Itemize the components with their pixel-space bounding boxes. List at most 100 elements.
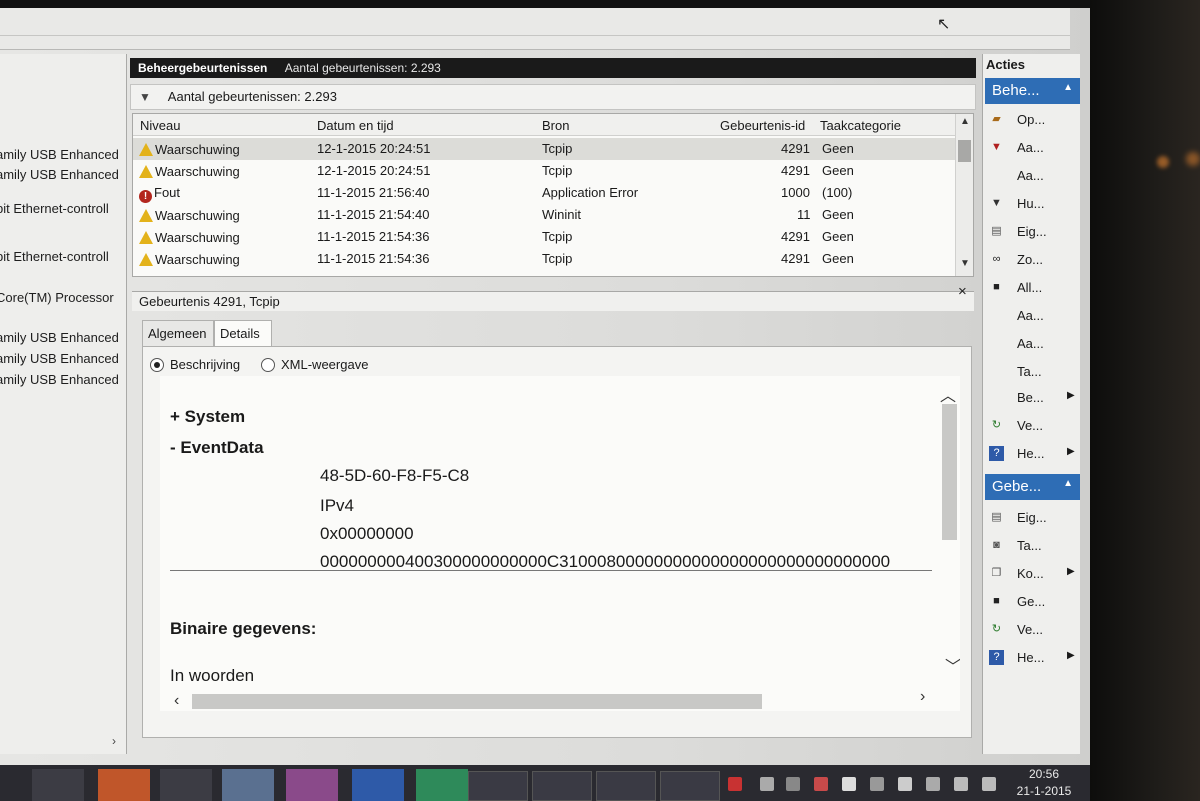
- speaker-icon[interactable]: [982, 777, 996, 791]
- column-header-task-category[interactable]: Taakcategorie: [820, 118, 901, 133]
- tray-icon[interactable]: [760, 777, 774, 791]
- action-item[interactable]: ■ Ge...: [989, 592, 1079, 614]
- actions-group-event[interactable]: Gebe... ▲: [985, 474, 1080, 500]
- horizontal-scrollbar[interactable]: ‹ ›: [170, 688, 940, 712]
- tree-item[interactable]: bit Ethernet-controll: [0, 249, 109, 264]
- action-item[interactable]: ∞ Zo...: [989, 250, 1079, 272]
- eventdata-section-toggle[interactable]: - EventData: [170, 438, 264, 458]
- column-header-level[interactable]: Niveau: [140, 118, 180, 133]
- event-list-header: Niveau Datum en tijd Bron Gebeurtenis-id…: [133, 114, 955, 136]
- column-header-source[interactable]: Bron: [542, 118, 569, 133]
- chevron-right-icon[interactable]: ›: [112, 734, 116, 748]
- action-item[interactable]: Aa...: [989, 166, 1079, 188]
- radio-unselected-icon[interactable]: [261, 358, 275, 372]
- warning-icon: [139, 143, 153, 156]
- network-icon[interactable]: [954, 777, 968, 791]
- action-item[interactable]: ↻ Ve...: [989, 620, 1079, 642]
- table-row[interactable]: Waarschuwing 11-1-2015 21:54:40 Wininit …: [133, 204, 955, 226]
- tree-item[interactable]: amily USB Enhanced: [0, 330, 119, 345]
- close-icon[interactable]: ×: [958, 283, 967, 300]
- action-item[interactable]: Aa...: [989, 306, 1079, 328]
- cell-event-id: 4291: [781, 251, 810, 266]
- action-item[interactable]: ▤ Eig...: [989, 222, 1079, 244]
- taskbar-app-icon[interactable]: [32, 769, 84, 801]
- taskbar-running-app[interactable]: [532, 771, 592, 801]
- taskbar-app-icon[interactable]: [416, 769, 468, 801]
- tray-icon[interactable]: [728, 777, 742, 791]
- event-list-scrollbar[interactable]: ▲ ▼: [955, 114, 973, 276]
- table-row[interactable]: ! Fout 11-1-2015 21:56:40 Application Err…: [133, 182, 955, 204]
- taskbar-running-app[interactable]: [596, 771, 656, 801]
- battery-icon[interactable]: [926, 777, 940, 791]
- warning-icon: [139, 253, 153, 266]
- action-item[interactable]: ❐ Ko... ▶: [989, 564, 1079, 586]
- tree-item[interactable]: bit Ethernet-controll: [0, 201, 109, 216]
- actions-group-label: Behe...: [992, 82, 1040, 99]
- chevron-left-icon[interactable]: ‹: [174, 692, 179, 710]
- table-row[interactable]: Waarschuwing 11-1-2015 21:54:36 Tcpip 42…: [133, 248, 955, 270]
- divider: [170, 570, 932, 571]
- collapse-icon[interactable]: ▲: [1063, 478, 1073, 489]
- tray-icon[interactable]: [786, 777, 800, 791]
- taskbar-app-icon[interactable]: [286, 769, 338, 801]
- cell-task-category: Geen: [822, 163, 854, 178]
- actions-group-admin-events[interactable]: Behe... ▲: [985, 78, 1080, 104]
- table-row[interactable]: Waarschuwing 11-1-2015 21:54:36 Tcpip 42…: [133, 226, 955, 248]
- submenu-arrow-icon: ▶: [1067, 650, 1075, 661]
- scrollbar-thumb[interactable]: [942, 404, 957, 540]
- action-item[interactable]: ▼ Hu...: [989, 194, 1079, 216]
- tray-icon[interactable]: [814, 777, 828, 791]
- tree-item[interactable]: amily USB Enhanced: [0, 147, 119, 162]
- action-item[interactable]: Ta...: [989, 362, 1079, 384]
- chevron-right-icon[interactable]: ›: [920, 688, 925, 706]
- tree-item[interactable]: amily USB Enhanced: [0, 372, 119, 387]
- tab-details[interactable]: Details: [214, 320, 272, 347]
- table-row[interactable]: Waarschuwing 12-1-2015 20:24:51 Tcpip 42…: [133, 160, 955, 182]
- flag-icon[interactable]: [898, 777, 912, 791]
- tree-item[interactable]: Core(TM) Processor: [0, 290, 114, 305]
- event-list[interactable]: Niveau Datum en tijd Bron Gebeurtenis-id…: [132, 113, 974, 277]
- system-clock[interactable]: 20:56 21-1-2015: [1012, 767, 1076, 798]
- action-item[interactable]: ↻ Ve...: [989, 416, 1079, 438]
- tree-item[interactable]: amily USB Enhanced: [0, 351, 119, 366]
- column-header-event-id[interactable]: Gebeurtenis-id: [720, 118, 805, 133]
- view-title: Beheergebeurtenissen: [138, 61, 268, 75]
- action-item[interactable]: ? He... ▶: [989, 444, 1079, 466]
- collapse-icon[interactable]: ▲: [1063, 82, 1073, 93]
- tray-icon[interactable]: [870, 777, 884, 791]
- taskbar-running-app[interactable]: [468, 771, 528, 801]
- chevron-up-icon[interactable]: ︿: [940, 382, 956, 406]
- taskbar-app-icon[interactable]: [222, 769, 274, 801]
- submenu-arrow-icon: ▶: [1067, 446, 1075, 457]
- taskbar-app-icon[interactable]: [98, 769, 150, 801]
- action-item[interactable]: ▤ Eig...: [989, 508, 1079, 530]
- action-item[interactable]: ? He... ▶: [989, 648, 1079, 670]
- action-item[interactable]: ◙ Ta...: [989, 536, 1079, 558]
- column-header-datetime[interactable]: Datum en tijd: [317, 118, 394, 133]
- taskbar-running-app[interactable]: [660, 771, 720, 801]
- taskbar-app-icon[interactable]: [352, 769, 404, 801]
- radio-selected-icon[interactable]: [150, 358, 164, 372]
- taskbar-app-icon[interactable]: [160, 769, 212, 801]
- scrollbar-thumb[interactable]: [192, 694, 762, 709]
- chevron-down-icon[interactable]: ▼: [960, 258, 970, 269]
- action-item[interactable]: ▰ Op...: [989, 110, 1079, 132]
- action-item[interactable]: Be... ▶: [989, 388, 1079, 410]
- scrollbar-thumb[interactable]: [958, 140, 971, 162]
- action-item[interactable]: ▼ Aa...: [989, 138, 1079, 160]
- chevron-up-icon[interactable]: ▲: [960, 116, 970, 127]
- radio-xml-view[interactable]: XML-weergave: [261, 355, 368, 372]
- radio-description[interactable]: Beschrijving: [150, 355, 240, 372]
- left-tree-pane[interactable]: amily USB Enhanced amily USB Enhanced bi…: [0, 54, 127, 754]
- chevron-down-icon[interactable]: ﹀: [945, 653, 960, 677]
- table-row[interactable]: Waarschuwing 12-1-2015 20:24:51 Tcpip 42…: [133, 138, 955, 160]
- action-item[interactable]: Aa...: [989, 334, 1079, 356]
- tree-item[interactable]: amily USB Enhanced: [0, 167, 119, 182]
- tray-icon[interactable]: [842, 777, 856, 791]
- tab-general[interactable]: Algemeen: [142, 320, 214, 346]
- properties-icon: ▤: [991, 225, 1002, 237]
- system-section-toggle[interactable]: + System: [170, 407, 245, 427]
- action-item[interactable]: ■ All...: [989, 278, 1079, 300]
- action-label: Aa...: [1017, 168, 1044, 183]
- binoculars-icon: ∞: [992, 253, 1001, 265]
